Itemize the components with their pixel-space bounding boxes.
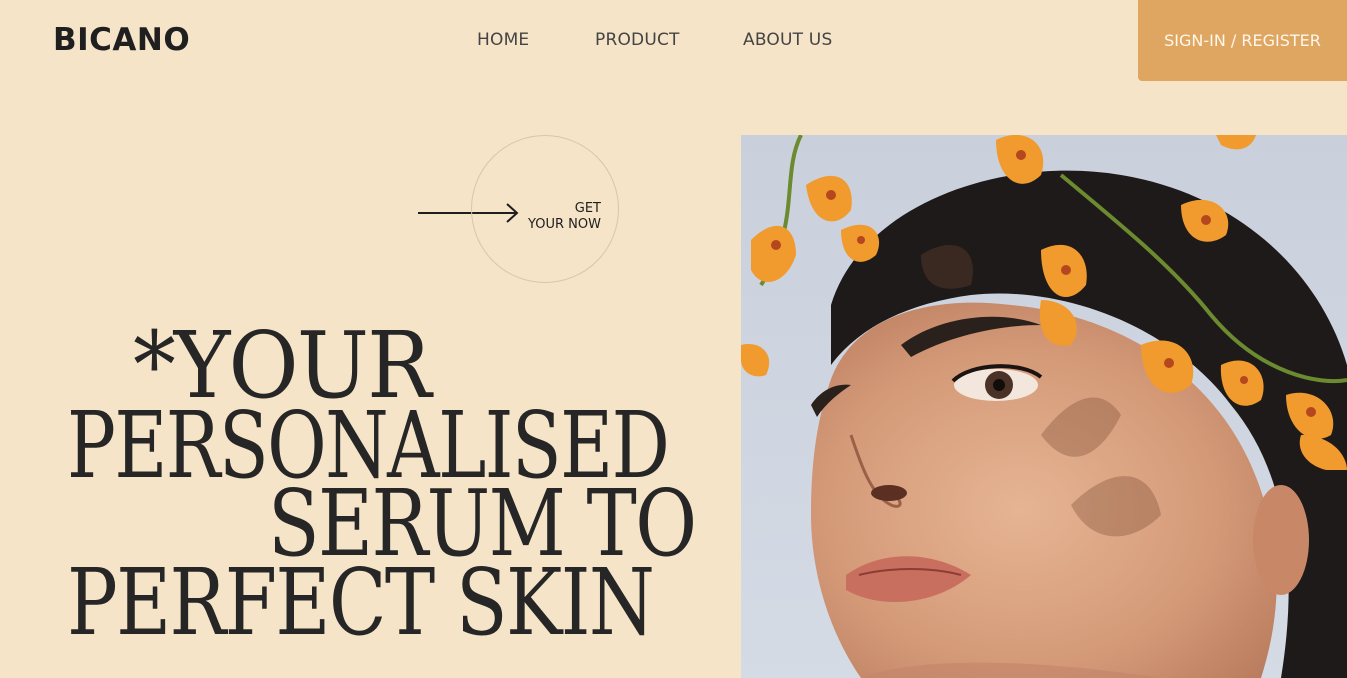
cta-line-2: YOUR NOW (528, 217, 601, 232)
model-portrait-icon (741, 135, 1347, 678)
headline-line-4: PERFECT SKIN (67, 549, 655, 656)
headline-line-1: *YOUR (133, 312, 432, 419)
headline-line-2: PERSONALISED (67, 392, 670, 499)
nav-about-link[interactable]: ABOUT US (743, 30, 832, 50)
cta-label: GET YOUR NOW (528, 201, 601, 233)
get-yours-cta[interactable]: GET YOUR NOW (471, 135, 619, 283)
signin-register-button[interactable]: SIGN-IN / REGISTER (1138, 0, 1347, 81)
cta-line-1: GET (574, 201, 601, 216)
headline-line-3: SERUM TO (268, 470, 697, 577)
nav-product-link[interactable]: PRODUCT (595, 30, 680, 50)
hero-image (741, 135, 1347, 678)
nav-home-link[interactable]: HOME (477, 30, 529, 50)
